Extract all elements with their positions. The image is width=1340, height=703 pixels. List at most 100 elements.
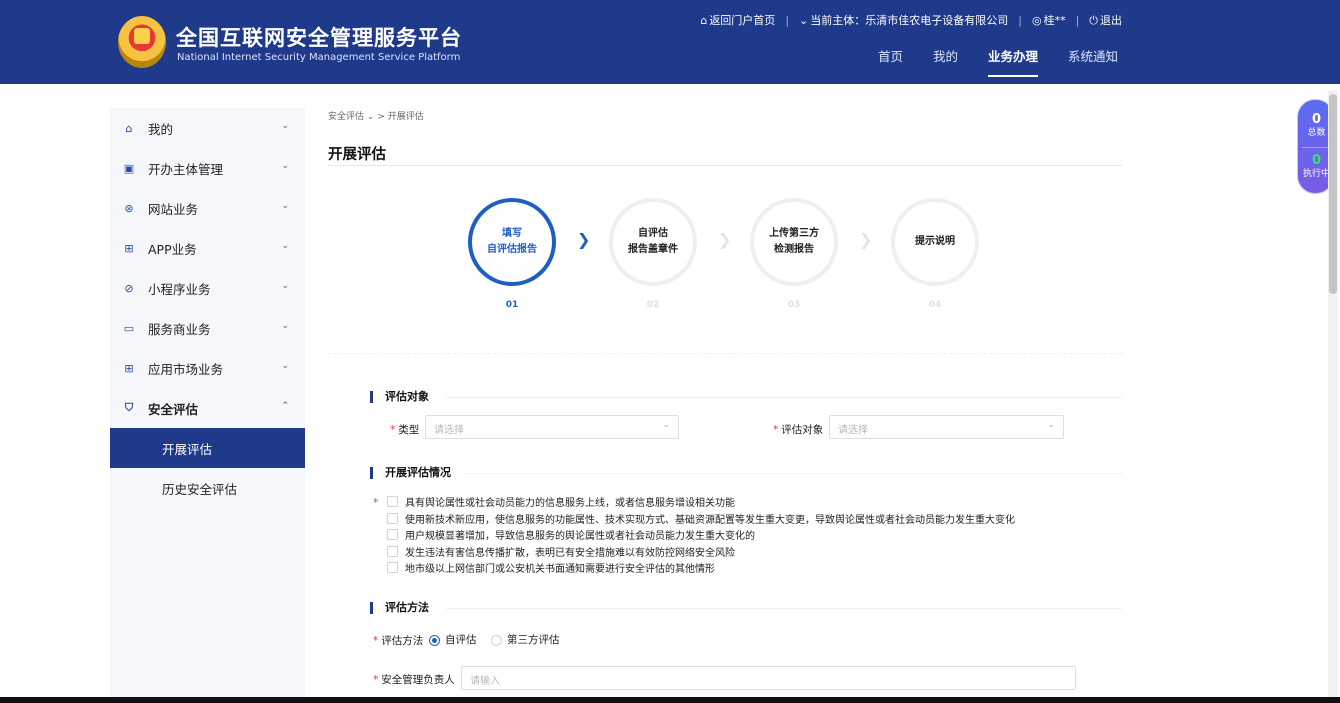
target-select[interactable]: 请选择 ⌄: [829, 415, 1064, 439]
compass-icon: ⊘: [124, 281, 134, 295]
breadcrumb-current: 开展评估: [387, 112, 424, 122]
platform-title: 全国互联网安全管理服务平台: [176, 26, 462, 50]
situation-option-3[interactable]: 用户规模显著增加，导致信息服务的舆论属性或者社会动员能力发生重大变化的: [387, 527, 755, 542]
national-emblem-logo: [118, 16, 166, 68]
step-1-circle: 填写 自评估报告: [468, 198, 556, 286]
divider: [1302, 147, 1331, 148]
monitor-icon: ▭: [123, 321, 135, 335]
sidebar-item-mine[interactable]: ⌂ 我的 ⌄: [110, 108, 305, 148]
section-title-situation: 开展评估情况: [370, 467, 451, 479]
grid-icon: ⊞: [124, 241, 134, 255]
step-3-circle: 上传第三方 检测报告: [750, 198, 838, 286]
user-menu[interactable]: ◎ 桂**: [1032, 12, 1066, 28]
user-icon: ◎: [1031, 14, 1042, 27]
chevron-down-icon: ⌄: [281, 281, 289, 291]
platform-subtitle: National Internet Security Management Se…: [177, 52, 461, 63]
nav-tab-business[interactable]: 业务办理: [988, 46, 1039, 77]
type-label: * 类型: [390, 424, 420, 436]
method-label: * 评估方法: [373, 635, 424, 647]
home-icon: ⌂: [125, 121, 133, 135]
divider: |: [1075, 13, 1080, 27]
chevron-down-icon: ⌄: [366, 112, 375, 122]
checkbox[interactable]: [387, 546, 398, 557]
chevron-right-icon: ❯: [718, 230, 732, 249]
home-portal-link[interactable]: ⌂ 返回门户首页: [700, 12, 775, 28]
target-label: * 评估对象: [773, 424, 824, 436]
chevron-down-icon: ⌄: [281, 321, 289, 331]
nav-tab-mine[interactable]: 我的: [933, 46, 958, 77]
manager-label: * 安全管理负责人: [373, 674, 455, 686]
current-entity-selector[interactable]: ⌄ 当前主体：乐清市佳农电子设备有限公司: [799, 12, 1008, 28]
method-radio-third-party[interactable]: 第三方评估: [491, 632, 560, 647]
page-title: 开展评估: [328, 147, 386, 163]
chevron-right-icon: ❯: [859, 230, 873, 249]
divider: [328, 165, 1122, 166]
scrollbar-thumb[interactable]: [1329, 94, 1337, 294]
situation-option-5[interactable]: 地市级以上网信部门或公安机关书面通知需要进行安全评估的其他情形: [387, 560, 715, 575]
top-utility-bar: ⌂ 返回门户首页 | ⌄ 当前主体：乐清市佳农电子设备有限公司 | ◎ 桂** | ⏻…: [700, 12, 1122, 28]
nav-tab-notifications[interactable]: 系统通知: [1068, 46, 1118, 77]
breadcrumb-parent[interactable]: 安全评估: [328, 112, 364, 122]
sidebar-item-website[interactable]: ⊛ 网站业务 ⌄: [110, 188, 305, 228]
manager-input[interactable]: 请输入: [461, 666, 1076, 690]
step-1-number: 01: [505, 300, 519, 310]
chevron-down-icon: ⌄: [1047, 420, 1055, 430]
chevron-down-icon: ⌄: [281, 361, 289, 371]
divider: [446, 608, 1122, 609]
shield-icon: ⛉: [124, 401, 134, 414]
globe-icon: ⊛: [124, 201, 134, 215]
checkbox[interactable]: [387, 562, 398, 573]
house-icon: ⌂: [700, 14, 708, 27]
chevron-right-icon: ❯: [577, 230, 591, 249]
nav-tab-home[interactable]: 首页: [878, 46, 903, 77]
step-2-circle: 自评估 报告盖章件: [609, 198, 697, 286]
chevron-down-icon: ⌄: [799, 14, 809, 27]
section-title-target: 评估对象: [370, 391, 429, 403]
sidebar-item-entity-management[interactable]: ▣ 开办主体管理 ⌄: [110, 148, 305, 188]
power-icon: ⏻: [1089, 14, 1098, 27]
chevron-down-icon: ⌄: [281, 241, 289, 251]
logout-link[interactable]: ⏻ 退出: [1089, 12, 1122, 28]
top-header: 全国互联网安全管理服务平台 National Internet Security…: [0, 0, 1340, 84]
step-3-number: 03: [787, 300, 801, 310]
divider: |: [1018, 13, 1022, 27]
breadcrumb-separator: >: [377, 112, 385, 122]
radio-button[interactable]: [491, 634, 502, 646]
briefcase-icon: ▣: [123, 161, 135, 175]
divider: [464, 473, 1122, 474]
sidebar-subitem-start-assessment[interactable]: 开展评估: [110, 428, 305, 468]
grid-icon: ⊞: [124, 361, 134, 375]
page-scrollbar[interactable]: [1328, 90, 1338, 698]
bottom-edge-bar: [0, 697, 1340, 703]
main-nav: 首页 我的 业务办理 系统通知: [878, 46, 1118, 77]
radio-button[interactable]: [429, 634, 440, 646]
required-marker: *: [373, 497, 379, 509]
sidebar: ⌂ 我的 ⌄ ▣ 开办主体管理 ⌄ ⊛ 网站业务 ⌄ ⊞ APP业务 ⌄ ⊘ 小程序业务 ⌄ ▭ 服务…: [110, 108, 305, 700]
sidebar-item-security-assessment[interactable]: ⛉ 安全评估 ⌃: [110, 388, 305, 428]
divider: [328, 353, 1122, 354]
chevron-down-icon: ⌄: [281, 201, 289, 211]
situation-option-2[interactable]: 使用新技术新应用，使信息服务的功能属性、技术实现方式、基础资源配置等发生重大变更…: [387, 511, 1015, 526]
sidebar-item-app[interactable]: ⊞ APP业务 ⌄: [110, 228, 305, 268]
checkbox[interactable]: [387, 513, 398, 524]
divider: |: [785, 13, 790, 27]
step-2-number: 02: [646, 300, 660, 310]
sidebar-item-app-market[interactable]: ⊞ 应用市场业务 ⌄: [110, 348, 305, 388]
sidebar-subitem-history-assessment[interactable]: 历史安全评估: [110, 468, 305, 508]
chevron-up-icon: ⌃: [281, 401, 289, 411]
chevron-down-icon: ⌄: [662, 420, 670, 430]
checkbox[interactable]: [387, 529, 398, 540]
step-4-number: 04: [928, 300, 942, 310]
section-title-method: 评估方法: [370, 602, 429, 614]
breadcrumb: 安全评估 ⌄ > 开展评估: [328, 109, 424, 122]
step-4-circle: 提示说明: [891, 198, 979, 286]
type-select[interactable]: 请选择 ⌄: [425, 415, 679, 439]
method-radio-self[interactable]: 自评估: [429, 632, 477, 647]
situation-option-1[interactable]: 具有舆论属性或社会动员能力的信息服务上线，或者信息服务增设相关功能: [387, 494, 735, 509]
sidebar-item-service-provider[interactable]: ▭ 服务商业务 ⌄: [110, 308, 305, 348]
situation-option-4[interactable]: 发生违法有害信息传播扩散，表明已有安全措施难以有效防控网络安全风险: [387, 544, 735, 559]
checkbox[interactable]: [387, 496, 398, 507]
divider: [446, 397, 1122, 398]
sidebar-item-miniprogram[interactable]: ⊘ 小程序业务 ⌄: [110, 268, 305, 308]
chevron-down-icon: ⌄: [281, 121, 289, 131]
